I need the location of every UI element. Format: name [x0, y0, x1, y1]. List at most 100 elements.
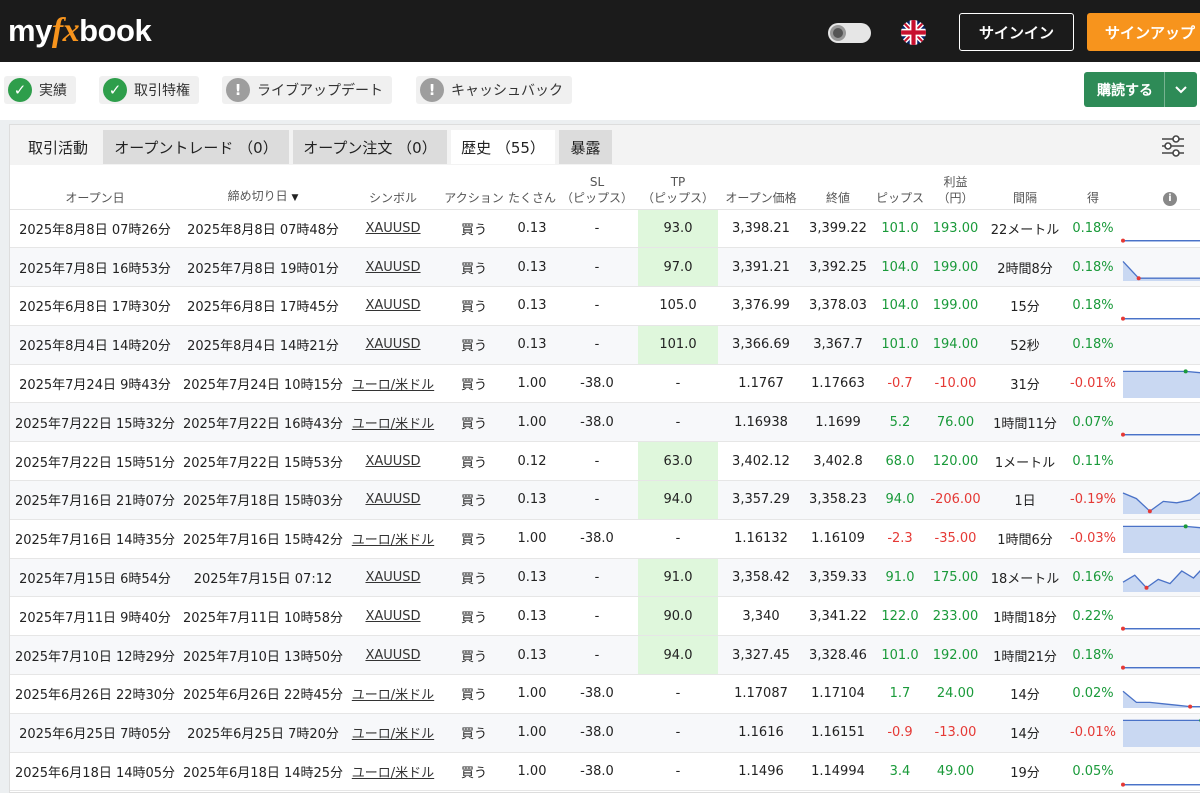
cell-symbol[interactable]: ユーロ/米ドル — [346, 752, 440, 792]
cell-symbol[interactable]: ユーロ/米ドル — [346, 402, 440, 443]
col-pips[interactable]: ピップス — [872, 165, 928, 210]
badge-cashback[interactable]: ! キャッシュバック — [416, 76, 572, 104]
col-sl[interactable]: SL （ピップス） — [556, 165, 638, 210]
tab-open-trades[interactable]: オープントレード （0） — [103, 130, 289, 164]
cell-sparkline[interactable] — [1119, 752, 1200, 792]
cell-sparkline[interactable] — [1119, 209, 1200, 249]
symbol-link[interactable]: ユーロ/米ドル — [352, 727, 434, 742]
cell-symbol[interactable]: ユーロ/米ドル — [346, 519, 440, 559]
cell-sl: - — [556, 596, 638, 637]
cell-lots: 1.00 — [508, 402, 556, 443]
table-row[interactable]: 2025年8月4日 14時20分 2025年8月4日 14時21分 XAUUSD 買う… — [10, 325, 1200, 365]
table-row[interactable]: 2025年8月8日 07時26分 2025年8月8日 07時48分 XAUUSD 買う… — [10, 209, 1200, 249]
col-info[interactable]: i — [1119, 165, 1200, 210]
symbol-link[interactable]: ユーロ/米ドル — [352, 417, 434, 432]
table-row[interactable]: 2025年7月11日 9時40分 2025年7月11日 10時58分 XAUUSD 買… — [10, 596, 1200, 637]
uk-flag-icon[interactable] — [901, 20, 926, 45]
symbol-link[interactable]: ユーロ/米ドル — [352, 378, 434, 393]
table-row[interactable]: 2025年6月25日 7時05分 2025年6月25日 7時20分 ユーロ/米ドル買… — [10, 713, 1200, 753]
cell-sparkline[interactable] — [1119, 635, 1200, 676]
table-row[interactable]: 2025年7月16日 21時07分 2025年7月18日 15時03分 XAUUSD… — [10, 480, 1200, 520]
col-tp[interactable]: TP （ピップス） — [638, 165, 718, 210]
table-row[interactable]: 2025年7月22日 15時51分 2025年7月22日 15時53分 XAUUSD… — [10, 441, 1200, 482]
cell-symbol[interactable]: ユーロ/米ドル — [346, 713, 440, 753]
theme-toggle[interactable] — [828, 23, 871, 43]
cell-sparkline[interactable] — [1119, 713, 1200, 753]
col-duration[interactable]: 間隔 — [983, 165, 1067, 210]
signup-button[interactable]: サインアップ — [1087, 13, 1200, 51]
cell-sparkline[interactable] — [1119, 519, 1200, 559]
tab-exposure[interactable]: 暴露 — [559, 130, 612, 164]
chevron-down-icon[interactable] — [1164, 72, 1197, 107]
signin-button[interactable]: サインイン — [959, 13, 1074, 51]
cell-symbol[interactable]: XAUUSD — [346, 325, 440, 365]
table-row[interactable]: 2025年7月16日 14時35分 2025年7月16日 15時42分 ユーロ/米ド… — [10, 519, 1200, 559]
col-close-price[interactable]: 終値 — [804, 165, 872, 210]
col-gain[interactable]: 得 — [1067, 165, 1119, 210]
cell-sparkline[interactable] — [1119, 325, 1200, 365]
cell-sparkline[interactable] — [1119, 441, 1200, 482]
cell-symbol[interactable]: ユーロ/米ドル — [346, 364, 440, 404]
col-close-date[interactable]: 締め切り日 ▼ — [180, 165, 346, 210]
cell-symbol[interactable]: XAUUSD — [346, 558, 440, 598]
cell-symbol[interactable]: XAUUSD — [346, 635, 440, 676]
col-action[interactable]: アクション — [440, 165, 508, 210]
badge-track-record[interactable]: ✓ 実績 — [4, 76, 76, 104]
cell-action: 買う — [440, 364, 508, 404]
cell-sparkline[interactable] — [1119, 596, 1200, 637]
subscribe-button[interactable]: 購読する — [1084, 72, 1197, 107]
myfxbook-logo[interactable]: myfxbook — [8, 12, 152, 50]
sparkline-min-point — [1121, 665, 1125, 670]
col-open-date[interactable]: オープン日 — [10, 165, 180, 210]
table-row[interactable]: 2025年6月18日 14時05分 2025年6月18日 14時25分 ユーロ/米ド… — [10, 752, 1200, 792]
symbol-link[interactable]: XAUUSD — [365, 648, 420, 663]
col-open-price[interactable]: オープン価格 — [718, 165, 804, 210]
symbol-link[interactable]: XAUUSD — [365, 298, 420, 313]
symbol-link[interactable]: ユーロ/米ドル — [352, 766, 434, 781]
cell-open-price: 1.17087 — [718, 674, 804, 714]
cell-sparkline[interactable] — [1119, 402, 1200, 443]
cell-sparkline[interactable] — [1119, 674, 1200, 714]
table-row[interactable]: 2025年7月22日 15時32分 2025年7月22日 16時43分 ユーロ/米ド… — [10, 402, 1200, 443]
symbol-link[interactable]: XAUUSD — [365, 260, 420, 275]
sparkline-area — [1123, 667, 1200, 670]
cell-sparkline[interactable] — [1119, 286, 1200, 326]
cell-symbol[interactable]: XAUUSD — [346, 441, 440, 482]
symbol-link[interactable]: XAUUSD — [365, 337, 420, 352]
col-lots[interactable]: たくさん — [508, 165, 556, 210]
symbol-link[interactable]: XAUUSD — [365, 570, 420, 585]
table-row[interactable]: 2025年7月8日 16時53分 2025年7月8日 19時01分 XAUUSD 買う… — [10, 247, 1200, 288]
cell-symbol[interactable]: ユーロ/米ドル — [346, 674, 440, 714]
tab-trading-activity[interactable]: 取引活動 — [14, 130, 102, 164]
col-symbol[interactable]: シンボル — [346, 165, 440, 210]
table-row[interactable]: 2025年6月8日 17時30分 2025年6月8日 17時45分 XAUUSD 買う… — [10, 286, 1200, 326]
tab-open-orders[interactable]: オープン注文 （0） — [293, 130, 447, 164]
badge-live-update[interactable]: ! ライブアップデート — [222, 76, 392, 104]
symbol-link[interactable]: XAUUSD — [365, 492, 420, 507]
symbol-link[interactable]: XAUUSD — [365, 454, 420, 469]
symbol-link[interactable]: ユーロ/米ドル — [352, 688, 434, 703]
cell-sparkline[interactable] — [1119, 364, 1200, 404]
cell-symbol[interactable]: XAUUSD — [346, 480, 440, 520]
col-profit[interactable]: 利益 （円） — [928, 165, 983, 210]
table-row[interactable]: 2025年7月15日 6時54分 2025年7月15日 07:12 XAUUSD 買う… — [10, 558, 1200, 598]
cell-sparkline[interactable] — [1119, 558, 1200, 598]
symbol-link[interactable]: ユーロ/米ドル — [352, 533, 434, 548]
cell-sparkline[interactable] — [1119, 247, 1200, 288]
top-navbar: myfxbook サインイン サインアップ — [0, 0, 1200, 62]
cell-close-price: 1.14994 — [804, 752, 872, 792]
table-row[interactable]: 2025年7月24日 9時43分 2025年7月24日 10時15分 ユーロ/米ドル… — [10, 364, 1200, 404]
table-row[interactable]: 2025年7月10日 12時29分 2025年7月10日 13時50分 XAUUSD… — [10, 635, 1200, 676]
cell-symbol[interactable]: XAUUSD — [346, 209, 440, 249]
equity-sparkline — [1121, 665, 1200, 670]
cell-sparkline[interactable] — [1119, 480, 1200, 520]
badge-trading-privileges[interactable]: ✓ 取引特権 — [99, 76, 199, 104]
cell-symbol[interactable]: XAUUSD — [346, 247, 440, 288]
filter-settings-icon[interactable] — [1160, 133, 1186, 159]
symbol-link[interactable]: XAUUSD — [365, 609, 420, 624]
tab-history[interactable]: 歴史 （55） — [451, 130, 555, 164]
symbol-link[interactable]: XAUUSD — [365, 221, 420, 236]
cell-symbol[interactable]: XAUUSD — [346, 286, 440, 326]
table-row[interactable]: 2025年6月26日 22時30分 2025年6月26日 22時45分 ユーロ/米ド… — [10, 674, 1200, 714]
cell-symbol[interactable]: XAUUSD — [346, 596, 440, 637]
